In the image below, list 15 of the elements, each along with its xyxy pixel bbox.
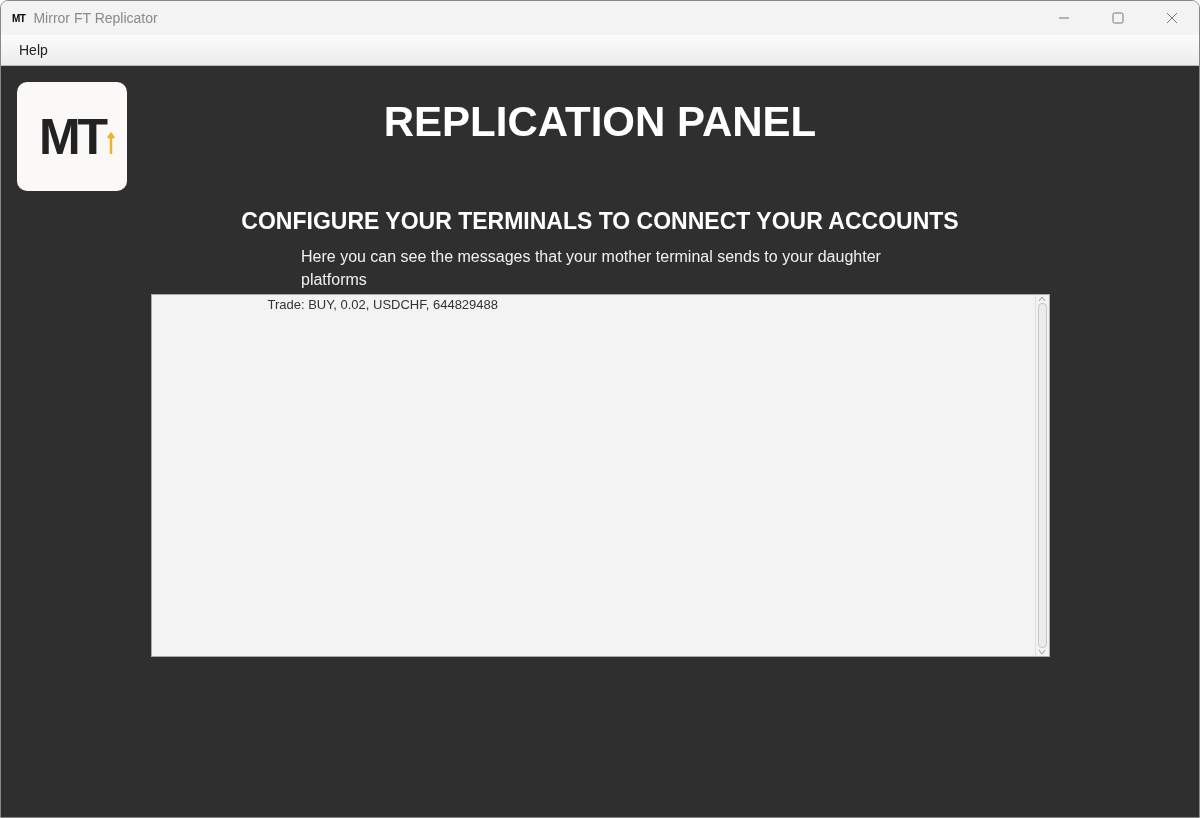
panel-subheading: CONFIGURE YOUR TERMINALS TO CONNECT YOUR ACCOUNTS bbox=[241, 206, 959, 236]
scroll-up-icon bbox=[1038, 295, 1046, 304]
menu-item[interactable]: Help bbox=[11, 39, 56, 61]
maximize-icon bbox=[1112, 12, 1124, 24]
logo-letter: M bbox=[38, 108, 78, 165]
log-line: Trade: BUY, 0.02, USDCHF, 644829488 bbox=[267, 296, 500, 315]
scrollbar[interactable] bbox=[1034, 295, 1049, 657]
scroll-down-icon bbox=[1038, 648, 1046, 657]
arrow-icon bbox=[107, 132, 115, 155]
logo-letter: T bbox=[77, 108, 106, 165]
panel-heading: REPLICATION PANEL bbox=[383, 97, 817, 147]
close-icon bbox=[1166, 12, 1178, 24]
description-text: Here you can see the messages that your mother terminal sends to your daughter platforms bbox=[301, 247, 882, 291]
window-title: Mirror FT Replicator bbox=[33, 8, 158, 28]
app-icon: MT bbox=[12, 10, 26, 26]
